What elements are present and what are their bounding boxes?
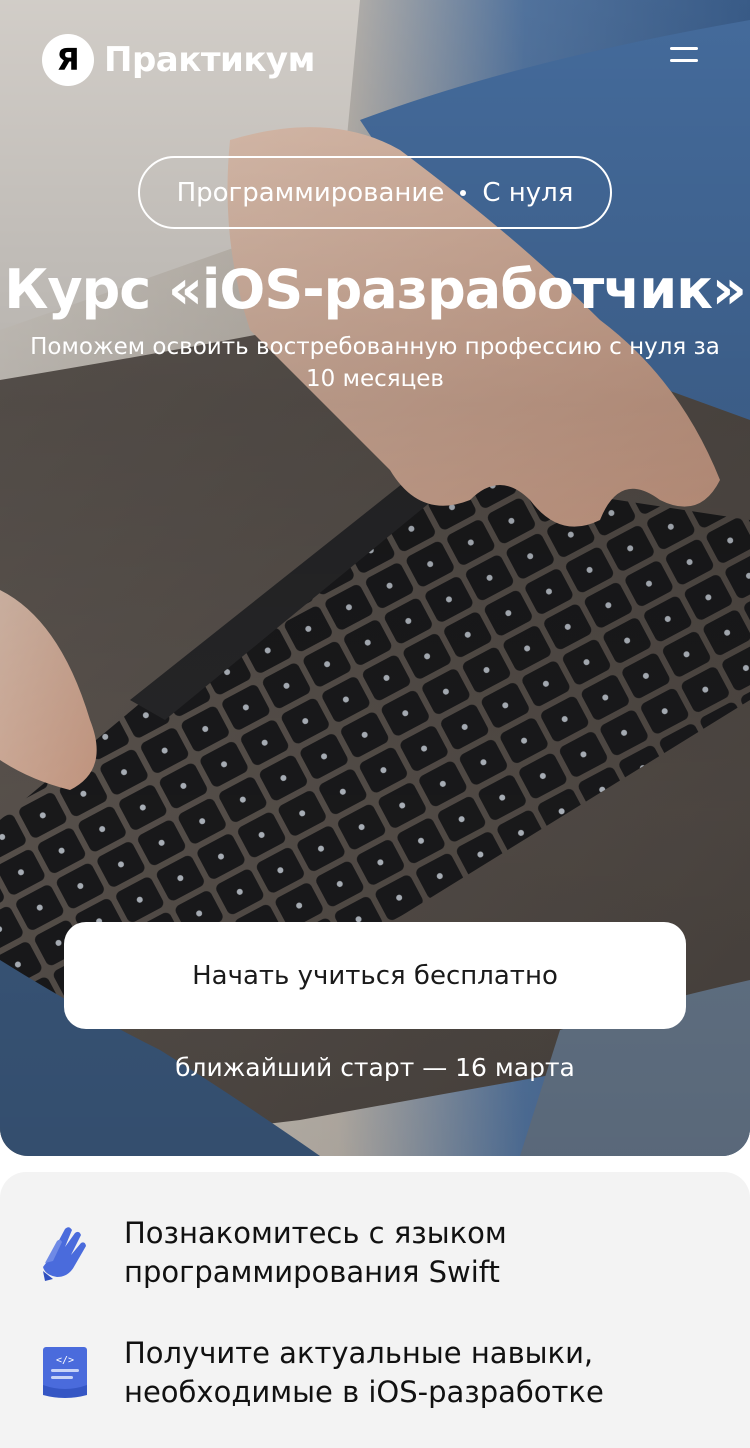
separator-dot (460, 189, 467, 196)
feature-item: </> Получите актуальные навыки, необходи… (30, 1334, 724, 1412)
tag-level: С нуля (482, 177, 574, 208)
yandex-logo-icon: Я (42, 34, 94, 86)
feature-item: Познакомитесь с языком программирования … (30, 1214, 724, 1292)
page-subtitle: Поможем освоить востребованную профессию… (30, 334, 720, 392)
svg-text:</>: </> (56, 1355, 74, 1366)
feature-text: Познакомитесь с языком программирования … (124, 1216, 507, 1289)
start-date-text: ближайший старт — 16 марта (175, 1053, 575, 1082)
hamburger-icon[interactable] (670, 44, 698, 66)
tag-category: Программирование (176, 177, 445, 208)
page-title: Курс «iOS-разработчик» (4, 258, 747, 321)
course-tags-pill: Программирование С нуля (138, 156, 612, 229)
logo-text: Практикум (104, 40, 315, 80)
clap-hands-icon (30, 1214, 100, 1288)
features-section: Познакомитесь с языком программирования … (0, 1172, 750, 1448)
site-header: Я Практикум (0, 0, 750, 120)
code-document-icon: </> (30, 1334, 100, 1408)
feature-text: Получите актуальные навыки, необходимые … (124, 1336, 604, 1409)
hero-section: Я Практикум Программирование С нуля Курс… (0, 0, 750, 1156)
logo[interactable]: Я Практикум (42, 34, 315, 86)
start-free-button[interactable]: Начать учиться бесплатно (64, 922, 686, 1029)
